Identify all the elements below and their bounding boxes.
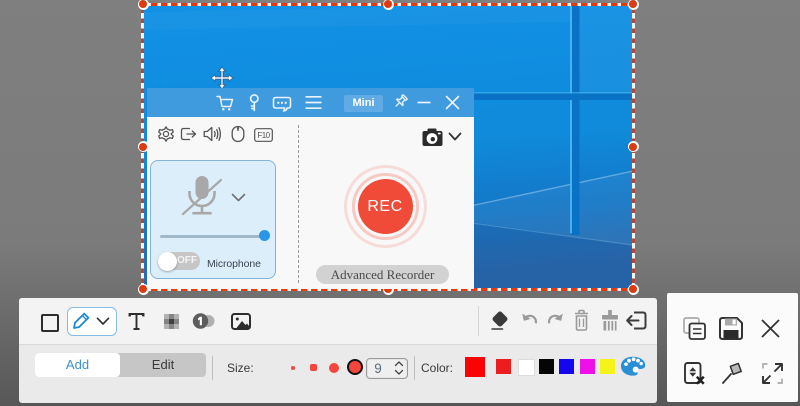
svg-text:F10: F10 [257, 131, 270, 140]
